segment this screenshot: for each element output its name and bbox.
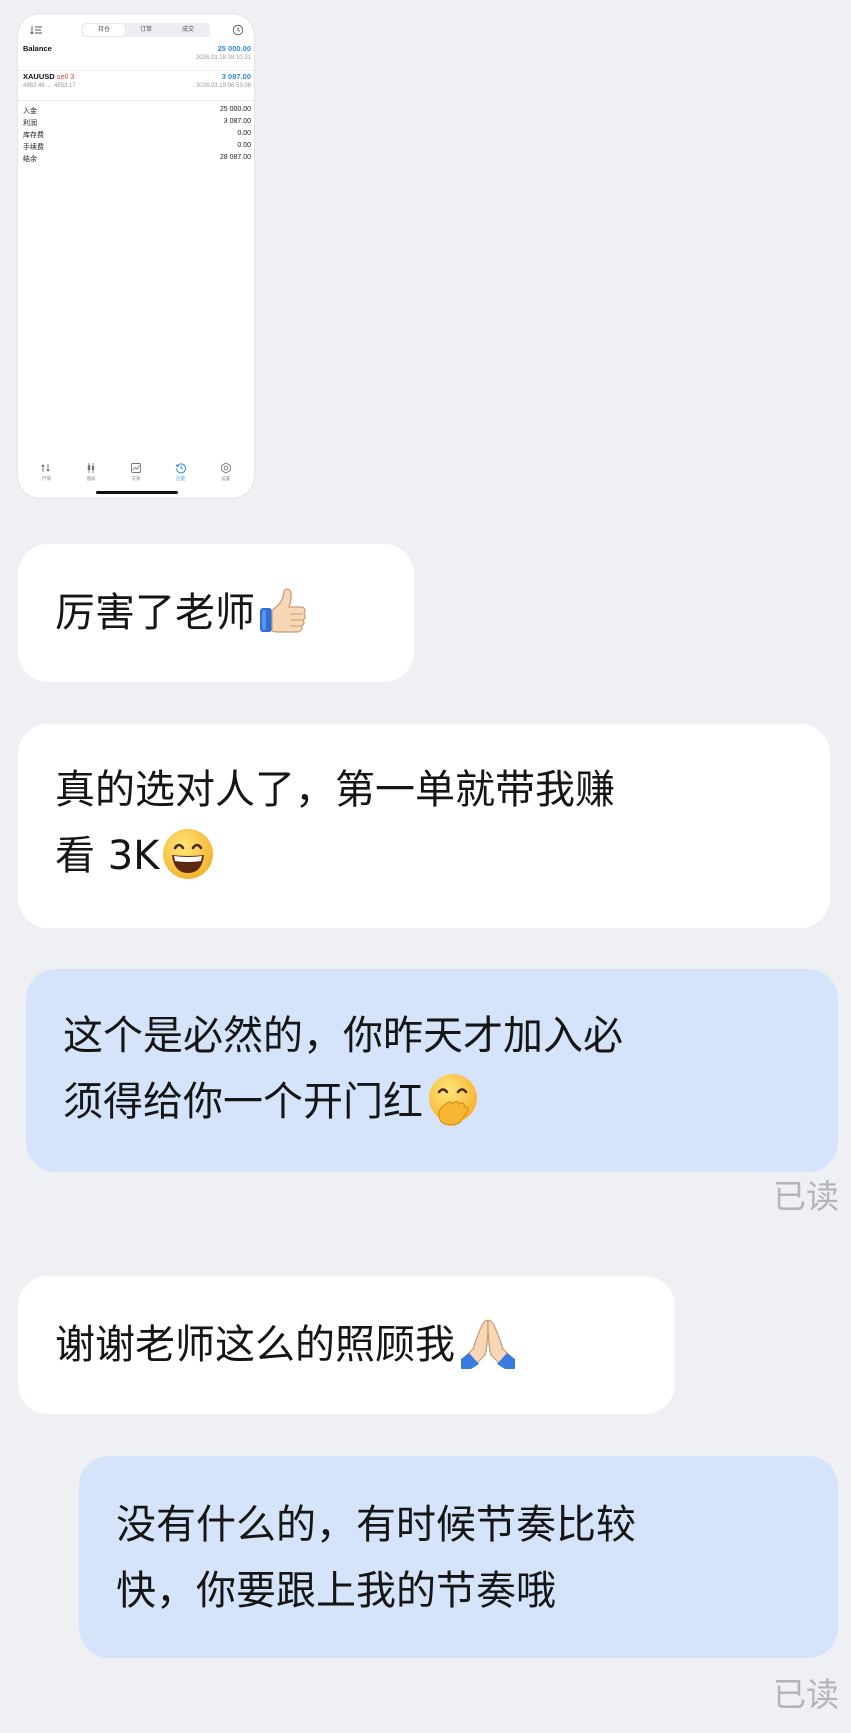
summary-label: 库存费 [23, 132, 44, 139]
trade-side: sell 3 [56, 72, 75, 81]
trade-profit: 3 087.00 [221, 72, 251, 81]
summary-label: 利润 [23, 120, 37, 127]
summary-value: 28 087.00 [219, 154, 251, 161]
message-line: 厉害了老师 [55, 580, 414, 646]
tab-deals: 成交 [181, 27, 194, 33]
summary-value: 0.00 [237, 142, 251, 149]
home-indicator [96, 491, 178, 494]
message-text: 须得给你一个开门红 [63, 1079, 423, 1125]
message-line: 没有什么的，有时候节奏比较 [116, 1502, 636, 1548]
message-bubble-incoming[interactable]: 谢谢老师这么的照顾我 [18, 1276, 675, 1414]
read-status: 已读 [773, 1675, 839, 1714]
divider [18, 100, 254, 101]
trade-chart-icon [121, 462, 151, 474]
screenshot-thumbnail[interactable]: 持仓 订单 成交 Balance 25 000.00 2026.03.18 08… [18, 14, 254, 498]
message-line: 须得给你一个开门红 [63, 1069, 838, 1135]
grinning-face-icon [161, 827, 215, 881]
trade-symbol: XAUUSD [23, 72, 55, 81]
tab-trade: 交易 [121, 462, 151, 492]
tab-history: 历史 [166, 462, 196, 492]
message-bubble-outgoing[interactable]: 这个是必然的，你昨天才加入必 须得给你一个开门红 [26, 969, 838, 1172]
tab-label: 行情 [41, 476, 51, 481]
tab-chart: 图表 [76, 462, 106, 492]
candles-icon [76, 462, 106, 474]
tab-positions: 持仓 [83, 24, 125, 36]
summary-value: 0.00 [237, 130, 251, 137]
message-text: 厉害了老师 [55, 590, 255, 636]
balance-time: 2026.03.18 08:10:31 [195, 55, 251, 61]
summary-value: 25 000.00 [219, 106, 251, 113]
message-line: 快，你要跟上我的节奏哦 [116, 1568, 556, 1614]
summary-row: 结余 28 087.00 [23, 154, 251, 164]
settings-icon [211, 462, 241, 474]
trade-row: XAUUSD sell 3 3 087.00 4863.46 → 4853.17… [23, 72, 251, 96]
hand-over-mouth-face-icon [425, 1072, 481, 1128]
summary-row: 手续费 0.00 [23, 142, 251, 152]
balance-amount: 25 000.00 [217, 44, 251, 53]
history-icon [166, 462, 196, 474]
message-text: 谢谢老师这么的照顾我 [55, 1322, 455, 1368]
trade-prices: 4863.46 → 4853.17 [23, 83, 76, 89]
screenshot-top-bar: 持仓 订单 成交 [18, 14, 254, 44]
summary-label: 结余 [23, 156, 37, 163]
clock-icon [232, 23, 244, 36]
message-bubble-incoming[interactable]: 真的选对人了，第一单就带我赚 看 3K [18, 724, 830, 928]
sort-menu-icon [30, 26, 42, 34]
summary-label: 入金 [23, 108, 37, 115]
tab-label: 设置 [221, 476, 231, 481]
tab-label: 图表 [86, 476, 96, 481]
message-line: 这个是必然的，你昨天才加入必 [63, 1013, 623, 1059]
summary-row: 利润 3 087.00 [23, 118, 251, 128]
position-segmented-control: 持仓 订单 成交 [82, 23, 210, 37]
message-bubble-outgoing[interactable]: 没有什么的，有时候节奏比较 快，你要跟上我的节奏哦 [79, 1456, 838, 1658]
summary-row: 入金 25 000.00 [23, 106, 251, 116]
tab-quotes: 行情 [31, 462, 61, 492]
quotes-icon [31, 462, 61, 474]
summary-label: 手续费 [23, 144, 44, 151]
thumbs-up-icon [257, 586, 307, 636]
tab-label: 交易 [131, 476, 141, 481]
tab-settings: 设置 [211, 462, 241, 492]
tab-label: 历史 [176, 476, 186, 481]
divider [18, 70, 254, 71]
message-text: 看 3K [55, 833, 160, 879]
message-line: 真的选对人了，第一单就带我赚 [55, 767, 615, 813]
bottom-tab-bar: 行情 图表 交易 历史 设置 [18, 462, 254, 492]
summary-row: 库存费 0.00 [23, 130, 251, 140]
message-line: 看 3K [55, 823, 830, 889]
folded-hands-icon [457, 1317, 519, 1369]
read-status: 已读 [773, 1177, 839, 1216]
trade-time: 2026.03.19 06:53:06 [195, 83, 251, 89]
summary-value: 3 087.00 [223, 118, 251, 125]
message-bubble-incoming[interactable]: 厉害了老师 [18, 544, 414, 682]
trade-title: XAUUSD sell 3 [23, 72, 74, 81]
balance-row: Balance 25 000.00 2026.03.18 08:10:31 [23, 44, 251, 68]
message-line: 谢谢老师这么的照顾我 [55, 1312, 675, 1378]
balance-label: Balance [23, 44, 52, 53]
tab-orders: 订单 [139, 27, 152, 33]
